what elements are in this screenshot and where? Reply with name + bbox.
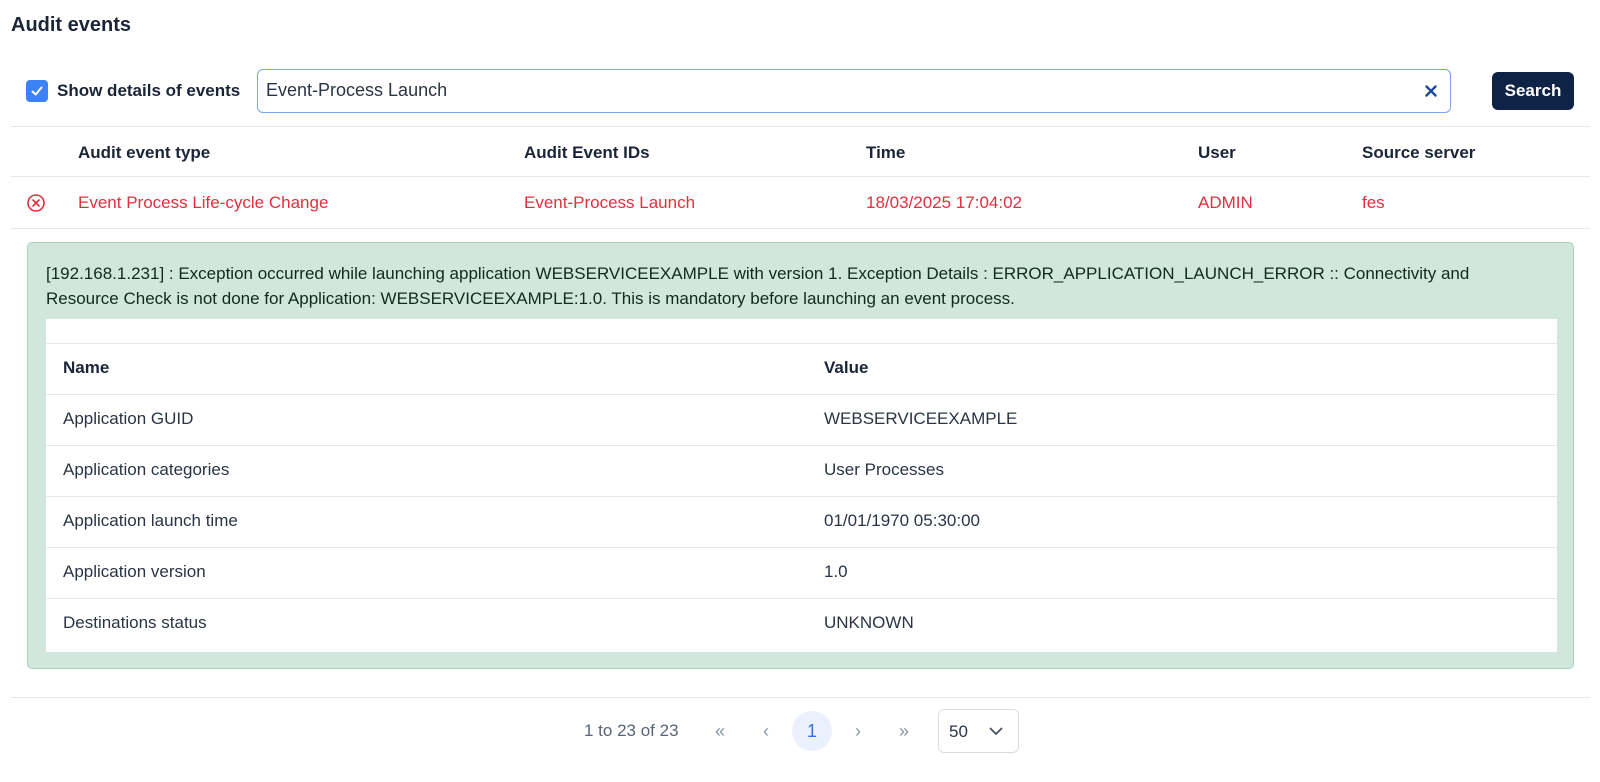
divider: [11, 176, 1590, 177]
detail-value: UNKNOWN: [824, 613, 914, 632]
first-page-icon[interactable]: «: [700, 711, 740, 751]
table-row[interactable]: Event Process Life-cycle Change Event-Pr…: [0, 180, 1600, 226]
detail-value: 1.0: [824, 562, 848, 581]
cell-time: 18/03/2025 17:04:02: [866, 193, 1022, 212]
cell-user: ADMIN: [1198, 193, 1253, 212]
search-button[interactable]: Search: [1492, 72, 1574, 110]
detail-name: Application GUID: [63, 409, 194, 428]
header-time[interactable]: Time: [866, 143, 905, 163]
header-source-server[interactable]: Source server: [1362, 143, 1475, 163]
cell-source-server: fes: [1362, 193, 1385, 212]
page-size-select[interactable]: 50: [938, 709, 1019, 753]
detail-name: Destinations status: [63, 613, 207, 632]
table-header: Audit event type Audit Event IDs Time Us…: [0, 130, 1600, 176]
chevron-down-icon: [989, 727, 1003, 735]
event-details-table: Name Value Application GUID WEBSERVICEEX…: [46, 319, 1557, 652]
error-circle-x-icon: [27, 194, 45, 212]
table-row: Application launch time 01/01/1970 05:30…: [46, 496, 1557, 547]
header-audit-event-type[interactable]: Audit event type: [78, 143, 210, 163]
page-title: Audit events: [11, 14, 132, 36]
details-header-name: Name: [63, 358, 110, 377]
detail-value: WEBSERVICEEXAMPLE: [824, 409, 1018, 428]
check-icon: [31, 86, 43, 96]
detail-name: Application launch time: [63, 511, 238, 530]
show-details-toggle[interactable]: Show details of events: [26, 79, 240, 103]
table-row: Application GUID WEBSERVICEEXAMPLE: [46, 394, 1557, 445]
details-table-header: Name Value: [46, 343, 1557, 394]
show-details-checkbox[interactable]: [26, 80, 48, 102]
table-row: Application version 1.0: [46, 547, 1557, 598]
next-page-icon[interactable]: ›: [838, 711, 878, 751]
search-input[interactable]: [266, 70, 1406, 111]
cell-event-type: Event Process Life-cycle Change: [78, 193, 329, 212]
page-size-value: 50: [949, 722, 968, 741]
table-row: Application categories User Processes: [46, 445, 1557, 496]
event-details-panel: [192.168.1.231] : Exception occurred whi…: [27, 242, 1574, 669]
detail-name: Application categories: [63, 460, 230, 479]
search-box: [257, 69, 1451, 113]
header-user[interactable]: User: [1198, 143, 1236, 163]
divider: [11, 126, 1590, 127]
table-row: Destinations status UNKNOWN: [46, 598, 1557, 649]
detail-value: 01/01/1970 05:30:00: [824, 511, 980, 530]
divider: [11, 697, 1590, 698]
last-page-icon[interactable]: »: [884, 711, 924, 751]
page-button-current[interactable]: 1: [792, 711, 832, 751]
toolbar: Show details of events Search: [26, 69, 1574, 113]
pagination: 1 to 23 of 23 « ‹ 1 › » 50: [0, 709, 1600, 753]
pagination-range: 1 to 23 of 23: [584, 721, 679, 740]
header-audit-event-ids[interactable]: Audit Event IDs: [524, 143, 650, 163]
show-details-label: Show details of events: [57, 81, 241, 100]
event-details-message: [192.168.1.231] : Exception occurred whi…: [46, 264, 1470, 308]
clear-icon[interactable]: [1422, 82, 1440, 100]
details-header-value: Value: [824, 358, 869, 377]
cell-event-ids: Event-Process Launch: [524, 193, 696, 212]
detail-value: User Processes: [824, 460, 944, 479]
prev-page-icon[interactable]: ‹: [746, 711, 786, 751]
divider: [11, 228, 1590, 229]
detail-name: Application version: [63, 562, 206, 581]
